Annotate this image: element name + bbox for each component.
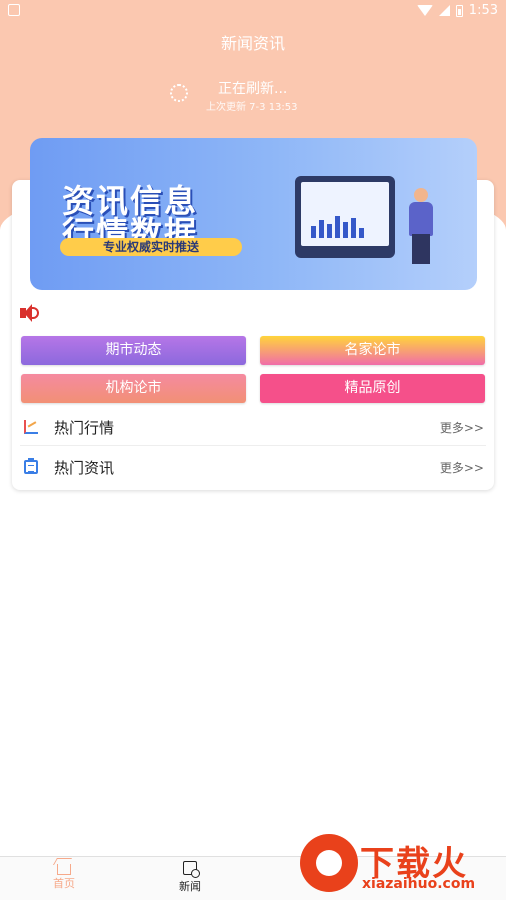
chart-bar [327, 224, 332, 238]
banner[interactable]: 资讯信息 行情数据 专业权威实时推送 [30, 138, 477, 290]
watermark-logo: 下载火 xiazaihuo.com [298, 832, 506, 898]
chart-bar [335, 216, 340, 238]
person-legs [412, 234, 430, 264]
home-icon [57, 864, 71, 875]
status-bar: 1:53 [0, 0, 506, 24]
person-illustration [405, 188, 437, 268]
tab-label: 首页 [53, 877, 75, 890]
category-button-expert-commentary[interactable]: 名家论市 [260, 336, 485, 365]
category-button-original-picks[interactable]: 精品原创 [260, 374, 485, 403]
notification-icon [8, 4, 20, 16]
section-title: 热门资讯 [54, 459, 115, 477]
tab-label: 新闻 [179, 880, 201, 893]
more-link[interactable]: 更多>> [440, 459, 484, 476]
wifi-icon [416, 5, 433, 16]
section-title: 热门行情 [54, 419, 115, 437]
chart-icon [24, 420, 38, 434]
last-updated: 上次更新 7-3 13:53 [206, 102, 298, 113]
status-icons: 1:53 [416, 3, 498, 18]
tab-news[interactable]: 新闻 [150, 861, 230, 894]
clipboard-icon [24, 458, 38, 474]
news-icon [183, 861, 200, 878]
loading-spinner-icon [170, 84, 188, 102]
flame-icon [300, 834, 358, 892]
chart-bar [351, 218, 356, 238]
signal-icon [438, 5, 450, 16]
pull-to-refresh: 正在刷新... 上次更新 7-3 13:53 [170, 78, 370, 114]
watermark-url: xiazaihuo.com [362, 876, 476, 892]
more-link[interactable]: 更多>> [440, 419, 484, 436]
tablet-illustration [295, 176, 395, 258]
chart-bar [311, 226, 316, 238]
tablet-screen [301, 182, 389, 246]
page-title: 新闻资讯 [220, 34, 285, 53]
chart-bar [359, 228, 364, 238]
chart-bar [319, 220, 324, 238]
battery-icon [455, 4, 463, 17]
announcement-speaker-icon[interactable] [20, 304, 40, 322]
banner-tagline: 专业权威实时推送 [60, 238, 242, 256]
category-button-institution-commentary[interactable]: 机构论市 [21, 374, 246, 403]
status-time: 1:53 [468, 3, 498, 18]
refresh-status: 正在刷新... [218, 81, 288, 97]
chart-bar [343, 222, 348, 238]
tab-home[interactable]: 首页 [24, 861, 104, 891]
person-head [414, 188, 428, 202]
person-body [409, 202, 433, 236]
section-row-hot-news[interactable]: 热门资讯 更多>> [20, 448, 486, 486]
category-button-futures-news[interactable]: 期市动态 [21, 336, 246, 365]
section-row-hot-market[interactable]: 热门行情 更多>> [20, 408, 486, 446]
